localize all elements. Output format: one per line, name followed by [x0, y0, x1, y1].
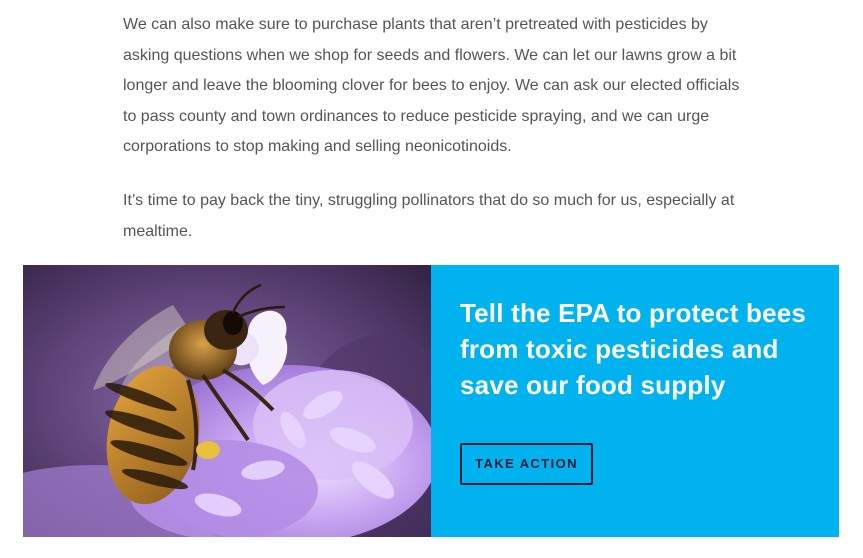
article-paragraph: It’s time to pay back the tiny, struggli…	[123, 192, 735, 240]
article-body: We can also make sure to purchase plants…	[123, 10, 748, 247]
take-action-button[interactable]: TAKE ACTION	[460, 443, 593, 485]
page: We can also make sure to purchase plants…	[0, 0, 863, 558]
call-to-action-banner: Tell the EPA to protect bees from toxic …	[23, 265, 839, 537]
call-to-action-headline: Tell the EPA to protect bees from toxic …	[460, 298, 807, 400]
article-paragraph: We can also make sure to purchase plants…	[123, 16, 740, 155]
call-to-action-panel: Tell the EPA to protect bees from toxic …	[431, 265, 839, 537]
bee-on-flower-photo	[23, 265, 431, 537]
